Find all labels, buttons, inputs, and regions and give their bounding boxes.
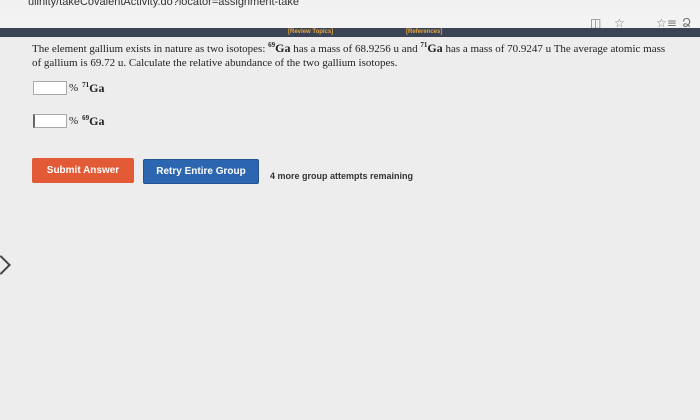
url-text[interactable]: ulinity/takeCovalentActivity.do?locator=… [28, 0, 299, 8]
retry-entire-group-button[interactable]: Retry Entire Group [143, 159, 259, 184]
isotope-69-label: 69Ga [268, 41, 290, 55]
review-topics-link[interactable]: [Review Topics] [288, 29, 333, 36]
isotope-69-symbol: Ga [275, 41, 291, 55]
percent-label: % [69, 115, 79, 127]
chevron-right-icon [0, 255, 11, 275]
ga71-symbol: Ga [89, 80, 105, 95]
isotope-71-symbol: Ga [427, 41, 443, 55]
answer-row-ga69: % 69Ga [33, 113, 105, 129]
attempts-remaining-text: 4 more group attempts remaining [270, 171, 414, 181]
percent-label: % [69, 82, 79, 94]
ga69-symbol: Ga [89, 113, 105, 128]
answer-row-ga71: % 71Ga [33, 80, 105, 96]
ga69-abundance-input[interactable] [33, 114, 67, 128]
question-part-2: has a mass of 68.9256 u and [290, 43, 421, 55]
references-link[interactable]: [References] [406, 29, 442, 36]
isotope-71-label: 71Ga [420, 41, 442, 55]
question-part-1: The element gallium exists in nature as … [32, 43, 269, 55]
ga71-label: 71Ga [82, 81, 104, 96]
address-bar[interactable]: ulinity/takeCovalentActivity.do?locator=… [0, 0, 700, 15]
question-text: The element gallium exists in nature as … [32, 38, 672, 70]
ga69-label: 69Ga [82, 114, 104, 129]
submit-answer-button[interactable]: Submit Answer [32, 158, 134, 183]
ga71-abundance-input[interactable] [33, 81, 67, 95]
header-bar [0, 28, 700, 37]
